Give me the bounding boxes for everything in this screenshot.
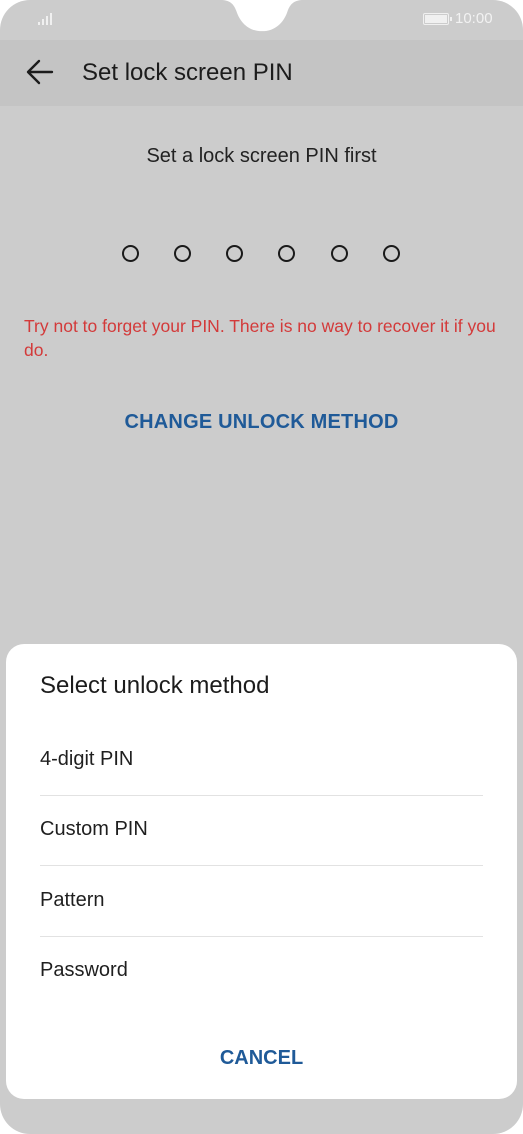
option-custom-pin[interactable]: Custom PIN <box>40 796 483 866</box>
status-bar: 10:00 <box>0 0 523 40</box>
unlock-method-dialog: Select unlock method 4-digit PIN Custom … <box>6 644 517 1099</box>
pin-dot <box>331 245 348 262</box>
option-label: Password <box>40 959 128 981</box>
pin-dot <box>226 245 243 262</box>
option-label: Custom PIN <box>40 818 148 840</box>
option-label: Pattern <box>40 889 105 911</box>
change-unlock-method-button[interactable]: CHANGE UNLOCK METHOD <box>0 411 523 434</box>
dialog-title: Select unlock method <box>40 672 270 699</box>
cancel-button[interactable]: CANCEL <box>6 1047 517 1070</box>
option-pattern[interactable]: Pattern <box>40 867 483 937</box>
pin-dots <box>120 245 410 265</box>
pin-dot <box>174 245 191 262</box>
option-label: 4-digit PIN <box>40 748 134 770</box>
camera-notch <box>220 0 304 32</box>
pin-dot <box>383 245 400 262</box>
back-arrow-icon[interactable] <box>24 56 56 88</box>
option-4-digit-pin[interactable]: 4-digit PIN <box>40 726 483 796</box>
pin-warning: Try not to forget your PIN. There is no … <box>24 316 496 360</box>
pin-dot <box>122 245 139 262</box>
status-time: 10:00 <box>455 10 493 27</box>
battery-icon <box>423 13 452 25</box>
pin-dot <box>278 245 295 262</box>
pin-prompt: Set a lock screen PIN first <box>146 145 377 167</box>
signal-icon <box>38 11 56 25</box>
option-password[interactable]: Password <box>40 937 483 1007</box>
divider <box>40 865 483 866</box>
page-title: Set lock screen PIN <box>82 59 293 86</box>
app-bar: Set lock screen PIN <box>0 40 523 106</box>
phone-screen: 10:00 Set lock screen PIN Set a lock scr… <box>0 0 523 1134</box>
